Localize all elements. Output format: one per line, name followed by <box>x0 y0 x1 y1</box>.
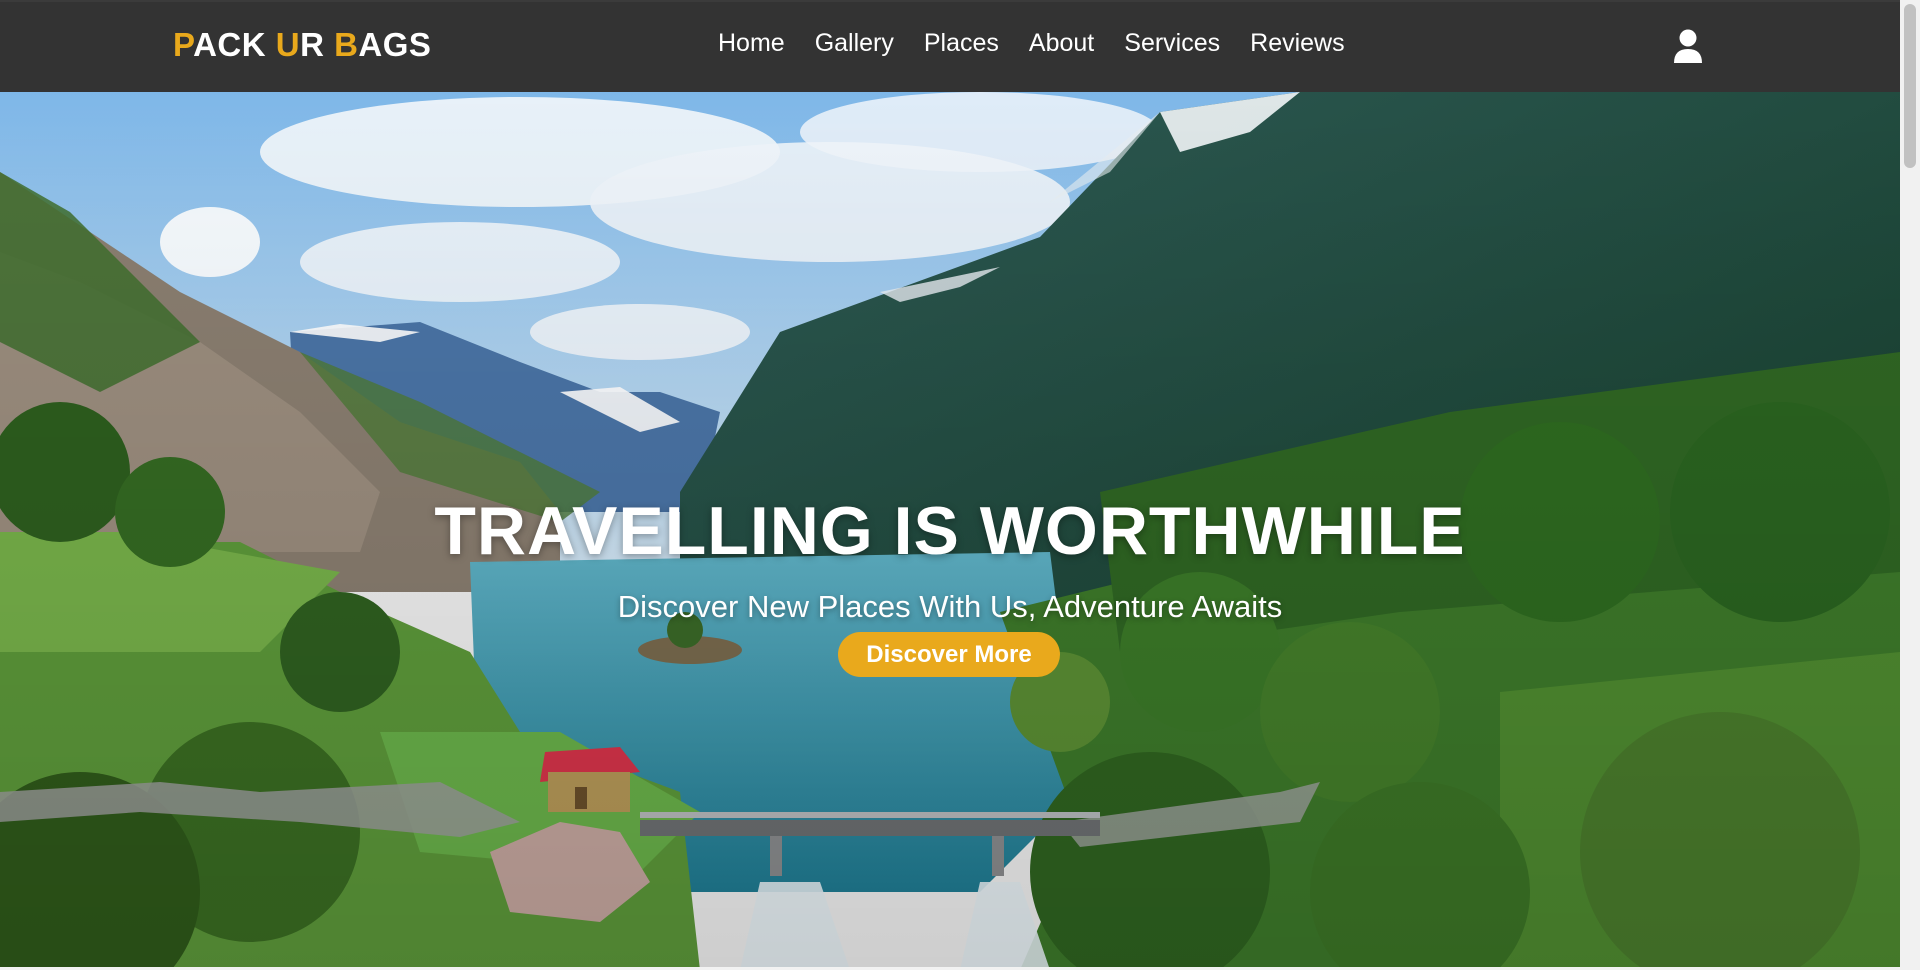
discover-more-button[interactable]: Discover More <box>838 632 1060 677</box>
nav-link-services[interactable]: Services <box>1124 29 1220 58</box>
nav-link-reviews[interactable]: Reviews <box>1250 29 1344 58</box>
navbar: PACK UR BAGS Home Gallery Places About S… <box>0 2 1900 92</box>
user-icon[interactable] <box>1673 29 1703 64</box>
brand-logo[interactable]: PACK UR BAGS <box>173 26 431 64</box>
hero-section: TRAVELLING IS WORTHWHILE Discover New Pl… <box>0 92 1900 967</box>
scrollbar-thumb[interactable] <box>1904 4 1916 168</box>
hero-title: TRAVELLING IS WORTHWHILE <box>434 493 1466 569</box>
brand-part: AGS <box>358 26 432 63</box>
page-viewport: PACK UR BAGS Home Gallery Places About S… <box>0 0 1900 967</box>
nav-link-home[interactable]: Home <box>718 29 785 58</box>
brand-part: U <box>275 26 301 63</box>
nav-link-about[interactable]: About <box>1029 29 1094 58</box>
brand-part: R <box>300 26 335 63</box>
nav-link-places[interactable]: Places <box>924 29 999 58</box>
brand-part: P <box>173 26 194 63</box>
hero-subtitle: Discover New Places With Us, Adventure A… <box>617 589 1283 624</box>
brand-part: ACK <box>193 26 276 63</box>
brand-part: B <box>334 26 359 63</box>
nav-links: Home Gallery Places About Services Revie… <box>718 29 1375 58</box>
nav-link-gallery[interactable]: Gallery <box>815 29 894 58</box>
hero-content: TRAVELLING IS WORTHWHILE Discover New Pl… <box>0 92 1900 967</box>
vertical-scrollbar[interactable] <box>1900 0 1920 970</box>
